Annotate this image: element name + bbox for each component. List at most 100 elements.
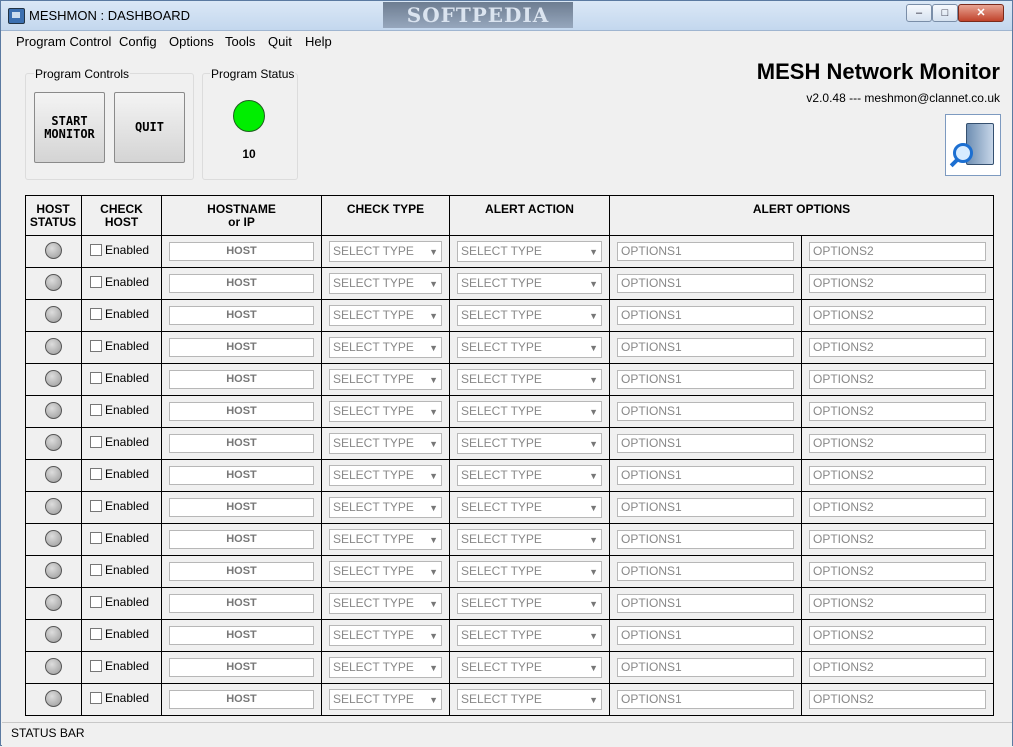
menu-quit[interactable]: Quit [268, 34, 292, 49]
check-type-select[interactable]: SELECT TYPE ▼ [329, 625, 442, 646]
check-host-checkbox[interactable] [90, 340, 102, 352]
options2-input[interactable]: OPTIONS2 [809, 562, 986, 581]
alert-action-select[interactable]: SELECT TYPE ▼ [457, 593, 602, 614]
alert-action-select[interactable]: SELECT TYPE ▼ [457, 401, 602, 422]
check-host-checkbox[interactable] [90, 276, 102, 288]
alert-action-select[interactable]: SELECT TYPE ▼ [457, 689, 602, 710]
alert-action-select[interactable]: SELECT TYPE ▼ [457, 369, 602, 390]
options1-input[interactable]: OPTIONS1 [617, 306, 794, 325]
hostname-input[interactable]: HOST [169, 690, 314, 709]
check-type-select[interactable]: SELECT TYPE ▼ [329, 273, 442, 294]
alert-action-select[interactable]: SELECT TYPE ▼ [457, 433, 602, 454]
menu-help[interactable]: Help [305, 34, 332, 49]
check-host-checkbox[interactable] [90, 500, 102, 512]
check-host-checkbox[interactable] [90, 692, 102, 704]
hostname-input[interactable]: HOST [169, 530, 314, 549]
close-button[interactable]: ✕ [958, 4, 1004, 22]
options1-input[interactable]: OPTIONS1 [617, 370, 794, 389]
options2-input[interactable]: OPTIONS2 [809, 434, 986, 453]
check-type-select[interactable]: SELECT TYPE ▼ [329, 657, 442, 678]
menu-config[interactable]: Config [119, 34, 157, 49]
options1-input[interactable]: OPTIONS1 [617, 690, 794, 709]
menu-options[interactable]: Options [169, 34, 214, 49]
options2-input[interactable]: OPTIONS2 [809, 690, 986, 709]
options1-input[interactable]: OPTIONS1 [617, 466, 794, 485]
alert-action-select[interactable]: SELECT TYPE ▼ [457, 273, 602, 294]
hostname-input[interactable]: HOST [169, 434, 314, 453]
hostname-input[interactable]: HOST [169, 338, 314, 357]
check-host-checkbox[interactable] [90, 244, 102, 256]
hostname-input[interactable]: HOST [169, 626, 314, 645]
options2-input[interactable]: OPTIONS2 [809, 466, 986, 485]
options2-input[interactable]: OPTIONS2 [809, 370, 986, 389]
options1-input[interactable]: OPTIONS1 [617, 274, 794, 293]
alert-action-select[interactable]: SELECT TYPE ▼ [457, 625, 602, 646]
hostname-input[interactable]: HOST [169, 466, 314, 485]
options2-input[interactable]: OPTIONS2 [809, 658, 986, 677]
alert-action-select[interactable]: SELECT TYPE ▼ [457, 529, 602, 550]
alert-action-select[interactable]: SELECT TYPE ▼ [457, 305, 602, 326]
options2-input[interactable]: OPTIONS2 [809, 626, 986, 645]
check-type-select[interactable]: SELECT TYPE ▼ [329, 497, 442, 518]
check-type-select[interactable]: SELECT TYPE ▼ [329, 465, 442, 486]
check-type-select[interactable]: SELECT TYPE ▼ [329, 433, 442, 454]
check-type-select[interactable]: SELECT TYPE ▼ [329, 401, 442, 422]
check-host-checkbox[interactable] [90, 564, 102, 576]
start-monitor-button[interactable]: START MONITOR [34, 92, 105, 163]
alert-action-select[interactable]: SELECT TYPE ▼ [457, 561, 602, 582]
menu-program-control[interactable]: Program Control [16, 34, 111, 49]
check-type-select[interactable]: SELECT TYPE ▼ [329, 241, 442, 262]
check-host-checkbox[interactable] [90, 436, 102, 448]
hostname-input[interactable]: HOST [169, 242, 314, 261]
options1-input[interactable]: OPTIONS1 [617, 530, 794, 549]
options2-input[interactable]: OPTIONS2 [809, 498, 986, 517]
hostname-input[interactable]: HOST [169, 402, 314, 421]
alert-action-select[interactable]: SELECT TYPE ▼ [457, 241, 602, 262]
options2-input[interactable]: OPTIONS2 [809, 402, 986, 421]
check-type-select[interactable]: SELECT TYPE ▼ [329, 561, 442, 582]
check-type-select[interactable]: SELECT TYPE ▼ [329, 337, 442, 358]
check-host-checkbox[interactable] [90, 532, 102, 544]
check-host-checkbox[interactable] [90, 468, 102, 480]
check-type-select[interactable]: SELECT TYPE ▼ [329, 689, 442, 710]
options1-input[interactable]: OPTIONS1 [617, 434, 794, 453]
check-type-select[interactable]: SELECT TYPE ▼ [329, 305, 442, 326]
options1-input[interactable]: OPTIONS1 [617, 594, 794, 613]
check-type-select[interactable]: SELECT TYPE ▼ [329, 593, 442, 614]
network-monitor-icon[interactable] [945, 114, 1001, 176]
title-bar[interactable]: MESHMON : DASHBOARD SOFTPEDIA – □ ✕ [1, 1, 1012, 31]
options1-input[interactable]: OPTIONS1 [617, 626, 794, 645]
alert-action-select[interactable]: SELECT TYPE ▼ [457, 337, 602, 358]
minimize-button[interactable]: – [906, 4, 932, 22]
options2-input[interactable]: OPTIONS2 [809, 274, 986, 293]
alert-action-select[interactable]: SELECT TYPE ▼ [457, 497, 602, 518]
check-host-checkbox[interactable] [90, 308, 102, 320]
hostname-input[interactable]: HOST [169, 498, 314, 517]
hostname-input[interactable]: HOST [169, 274, 314, 293]
check-host-checkbox[interactable] [90, 404, 102, 416]
options2-input[interactable]: OPTIONS2 [809, 530, 986, 549]
quit-button[interactable]: QUIT [114, 92, 185, 163]
check-host-checkbox[interactable] [90, 660, 102, 672]
menu-tools[interactable]: Tools [225, 34, 255, 49]
options1-input[interactable]: OPTIONS1 [617, 498, 794, 517]
options1-input[interactable]: OPTIONS1 [617, 338, 794, 357]
options1-input[interactable]: OPTIONS1 [617, 242, 794, 261]
maximize-button[interactable]: □ [932, 4, 958, 22]
options1-input[interactable]: OPTIONS1 [617, 562, 794, 581]
check-type-select[interactable]: SELECT TYPE ▼ [329, 529, 442, 550]
check-host-checkbox[interactable] [90, 628, 102, 640]
check-host-checkbox[interactable] [90, 596, 102, 608]
alert-action-select[interactable]: SELECT TYPE ▼ [457, 465, 602, 486]
hostname-input[interactable]: HOST [169, 370, 314, 389]
options1-input[interactable]: OPTIONS1 [617, 658, 794, 677]
alert-action-select[interactable]: SELECT TYPE ▼ [457, 657, 602, 678]
hostname-input[interactable]: HOST [169, 562, 314, 581]
hostname-input[interactable]: HOST [169, 658, 314, 677]
hostname-input[interactable]: HOST [169, 306, 314, 325]
check-host-checkbox[interactable] [90, 372, 102, 384]
check-type-select[interactable]: SELECT TYPE ▼ [329, 369, 442, 390]
options2-input[interactable]: OPTIONS2 [809, 594, 986, 613]
options2-input[interactable]: OPTIONS2 [809, 338, 986, 357]
options1-input[interactable]: OPTIONS1 [617, 402, 794, 421]
